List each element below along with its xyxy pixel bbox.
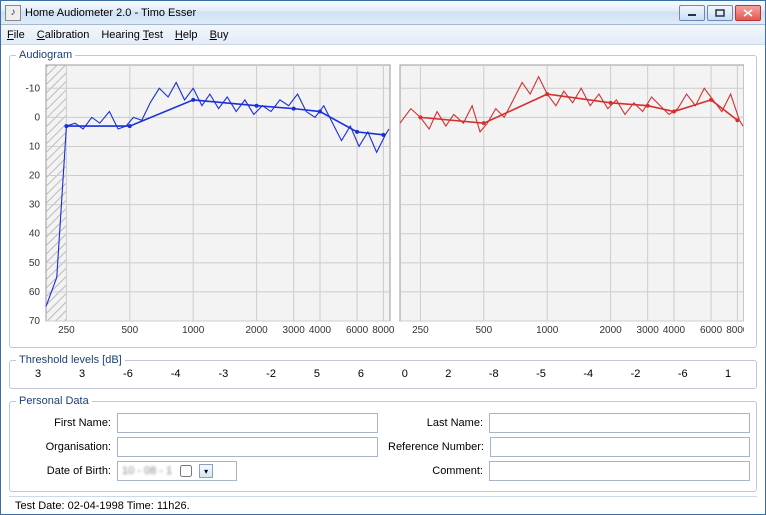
menu-hearing-test-label-pre: Hearing: [101, 29, 142, 41]
audiogram-chart: -100102030405060702505001000200030004000…: [16, 63, 744, 339]
menu-help-label: elp: [183, 29, 198, 41]
thresholds-right: 0 2 -8 -5 -4 -2 -6 1: [383, 368, 750, 380]
svg-text:4000: 4000: [663, 325, 686, 336]
minimize-icon: [687, 9, 697, 17]
dob-value: 10 - 08 - 1: [122, 465, 172, 477]
svg-text:50: 50: [29, 258, 41, 269]
svg-text:6000: 6000: [700, 325, 723, 336]
close-button[interactable]: [735, 5, 761, 21]
threshold-value: -4: [171, 368, 181, 380]
chart-area: -100102030405060702505001000200030004000…: [16, 63, 750, 341]
menu-file[interactable]: Fdocument.currentScript.previousElementS…: [7, 29, 25, 41]
close-icon: [743, 9, 753, 17]
client-area: Audiogram -10010203040506070250500100020…: [1, 45, 765, 514]
personal-data-group: Personal Data First Name: Last Name: Org…: [9, 395, 757, 492]
chevron-down-icon[interactable]: ▾: [199, 464, 213, 478]
threshold-value: -2: [266, 368, 276, 380]
organisation-field[interactable]: [117, 437, 378, 457]
threshold-value: -5: [536, 368, 546, 380]
last-name-label: Last Name:: [388, 417, 483, 429]
threshold-value: -4: [583, 368, 593, 380]
menu-help[interactable]: Help: [175, 29, 198, 41]
svg-text:10: 10: [29, 141, 41, 152]
menubar: Fdocument.currentScript.previousElementS…: [1, 25, 765, 45]
svg-text:0: 0: [34, 112, 40, 123]
threshold-value: 3: [35, 368, 41, 380]
minimize-button[interactable]: [679, 5, 705, 21]
svg-text:500: 500: [121, 325, 138, 336]
svg-text:250: 250: [58, 325, 75, 336]
threshold-value: 1: [725, 368, 731, 380]
svg-text:30: 30: [29, 200, 41, 211]
comment-field[interactable]: [489, 461, 750, 481]
dob-label: Date of Birth:: [16, 465, 111, 477]
threshold-value: -8: [489, 368, 499, 380]
svg-text:40: 40: [29, 229, 41, 240]
audiogram-legend: Audiogram: [16, 49, 75, 61]
svg-text:3000: 3000: [283, 325, 306, 336]
app-icon: ♪: [5, 5, 21, 21]
first-name-field[interactable]: [117, 413, 378, 433]
threshold-value: 5: [314, 368, 320, 380]
personal-legend: Personal Data: [16, 395, 92, 407]
threshold-value: -6: [123, 368, 133, 380]
threshold-value: -6: [678, 368, 688, 380]
dob-picker[interactable]: 10 - 08 - 1 ▾: [117, 461, 237, 481]
comment-label: Comment:: [388, 465, 483, 477]
threshold-value: -3: [218, 368, 228, 380]
maximize-button[interactable]: [707, 5, 733, 21]
status-text: Test Date: 02-04-1998 Time: 11h26.: [15, 500, 190, 512]
svg-text:500: 500: [475, 325, 492, 336]
svg-text:4000: 4000: [309, 325, 332, 336]
svg-text:2000: 2000: [245, 325, 268, 336]
threshold-value: 2: [445, 368, 451, 380]
svg-text:1000: 1000: [536, 325, 559, 336]
maximize-icon: [715, 9, 725, 17]
threshold-value: 6: [358, 368, 364, 380]
svg-text:3000: 3000: [637, 325, 660, 336]
menu-hearing-test[interactable]: Hearing Test: [101, 29, 163, 41]
svg-text:6000: 6000: [346, 325, 369, 336]
svg-text:8000: 8000: [372, 325, 395, 336]
thresholds-group: Threshold levels [dB] 3 3 -6 -4 -3 -2 5 6 0 2 -8 -5…: [9, 354, 757, 389]
audiogram-group: Audiogram -10 0 10 20 30 40 50 60 70 250 500 1000 20…: [9, 49, 757, 348]
svg-text:70: 70: [29, 316, 41, 327]
reference-label: Reference Number:: [388, 441, 484, 453]
svg-text:20: 20: [29, 171, 41, 182]
titlebar[interactable]: ♪ Home Audiometer 2.0 - Timo Esser: [1, 1, 765, 25]
menu-hearing-test-label: est: [148, 29, 163, 41]
organisation-label: Organisation:: [16, 441, 111, 453]
svg-text:8000: 8000: [726, 325, 744, 336]
thresholds-row: 3 3 -6 -4 -3 -2 5 6 0 2 -8 -5 -4 -2 -6 1: [16, 368, 750, 380]
last-name-field[interactable]: [489, 413, 750, 433]
menu-calibration-label: alibration: [45, 29, 90, 41]
svg-text:60: 60: [29, 287, 41, 298]
menu-buy[interactable]: Buy: [210, 29, 229, 41]
first-name-label: First Name:: [16, 417, 111, 429]
svg-text:-10: -10: [26, 83, 41, 94]
reference-field[interactable]: [490, 437, 750, 457]
svg-text:2000: 2000: [599, 325, 622, 336]
svg-text:1000: 1000: [182, 325, 205, 336]
threshold-value: 0: [402, 368, 408, 380]
status-bar: Test Date: 02-04-1998 Time: 11h26.: [9, 496, 757, 514]
menu-calibration[interactable]: Calibration: [37, 29, 90, 41]
window-title: Home Audiometer 2.0 - Timo Esser: [25, 7, 679, 19]
threshold-value: -2: [631, 368, 641, 380]
app-window: ♪ Home Audiometer 2.0 - Timo Esser Fdocu…: [0, 0, 766, 515]
menu-buy-label: uy: [217, 29, 229, 41]
dob-checkbox[interactable]: [180, 465, 192, 477]
svg-text:250: 250: [412, 325, 429, 336]
threshold-value: 3: [79, 368, 85, 380]
menu-file-label: ile: [14, 29, 25, 41]
thresholds-left: 3 3 -6 -4 -3 -2 5 6: [16, 368, 383, 380]
thresholds-legend: Threshold levels [dB]: [16, 354, 125, 366]
